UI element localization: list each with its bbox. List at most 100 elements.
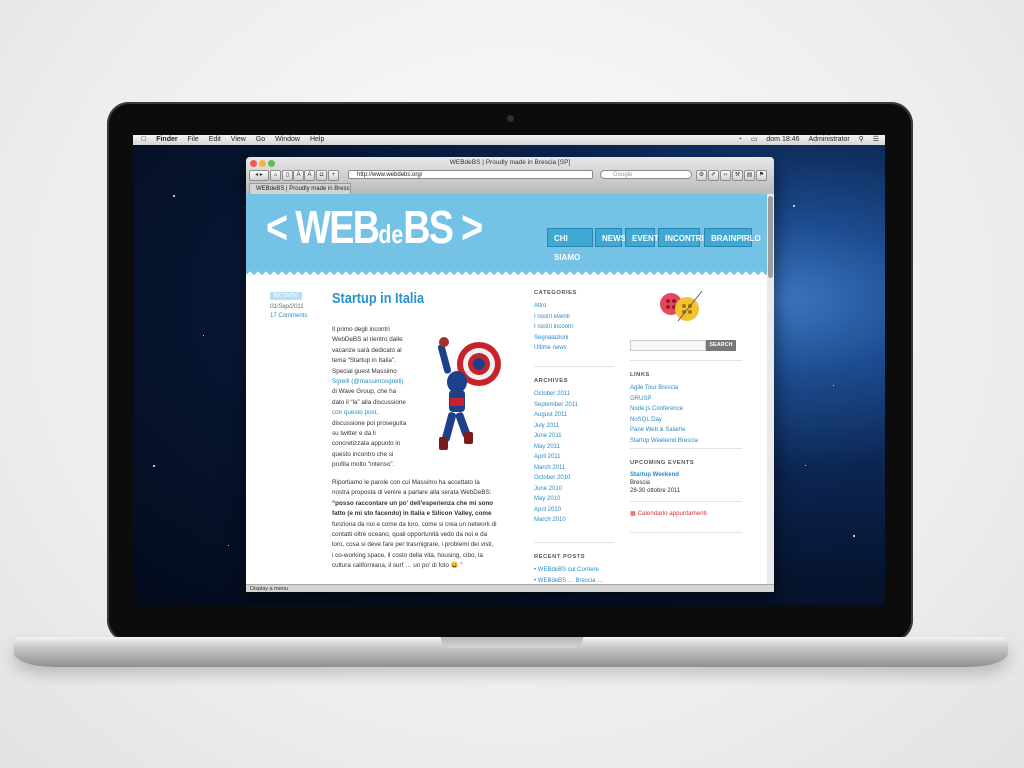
- post-date: 01/Sep/2011: [270, 304, 304, 310]
- text-line: questo incontro che si: [332, 450, 394, 458]
- blogroll-link[interactable]: Agile Tour Brescia: [630, 383, 698, 394]
- extension-icon[interactable]: ✐: [708, 170, 719, 181]
- superhero-illustration: [437, 337, 501, 450]
- post-title[interactable]: Startup in Italia: [332, 290, 424, 307]
- scrollbar-thumb[interactable]: [768, 196, 773, 278]
- event-item: Startup Weekend Brescia 28-30 ottobre 20…: [630, 471, 680, 495]
- recent-post-link[interactable]: • WEBdeBS … Brescia …: [534, 576, 603, 585]
- nav-eventi[interactable]: EVENTI: [625, 228, 661, 247]
- event-name[interactable]: Startup Weekend: [630, 471, 680, 479]
- site-header: < WEBdeBS > CHI SIAMO NEWS EVENTI INCONT…: [246, 194, 767, 270]
- category-link[interactable]: Altro: [534, 301, 573, 312]
- blogroll-link[interactable]: GRUSP: [630, 394, 698, 405]
- text-smaller-icon[interactable]: A: [293, 170, 304, 181]
- text-line: profila molto “intenso”.: [332, 461, 395, 469]
- sidebar-search-button[interactable]: SEARCH: [706, 340, 736, 351]
- archive-link[interactable]: May 2011: [534, 442, 578, 453]
- archive-link[interactable]: May 2010: [534, 494, 578, 505]
- archives-heading: ARCHIVES: [534, 378, 568, 384]
- user-menu[interactable]: Administrator: [808, 136, 849, 143]
- vertical-scrollbar[interactable]: [767, 194, 774, 584]
- recent-post-link[interactable]: • WEBdeBS sul Corriere: [534, 565, 603, 576]
- address-bar[interactable]: http://www.webdebs.org/: [348, 170, 593, 179]
- clock[interactable]: dom 18:46: [766, 136, 799, 143]
- category-link[interactable]: Ultime news: [534, 343, 573, 354]
- logo-web: < WEB: [266, 201, 380, 253]
- back-forward-button[interactable]: ◂ ▸: [249, 170, 269, 181]
- nav-incontri[interactable]: INCONTRI: [658, 228, 704, 247]
- category-link[interactable]: Segnalazioni: [534, 333, 573, 344]
- menu-edit[interactable]: Edit: [209, 136, 221, 143]
- nav-brainpirlo[interactable]: BRAINPIRLO: [704, 228, 761, 247]
- comments-link[interactable]: 17 Comments: [270, 313, 307, 319]
- divider: [630, 360, 742, 361]
- recent-post-title: WEBdeBS … Brescia …: [537, 577, 604, 584]
- archive-link[interactable]: October 2010: [534, 473, 578, 484]
- search-input[interactable]: Google: [600, 170, 692, 179]
- home-icon[interactable]: ⌂: [270, 170, 281, 181]
- tab-webdebs[interactable]: WEBdeBS | Proudly made in Bresci...: [249, 183, 351, 194]
- post-paragraph-1: Il primo degli incontri WebDeBS al rient…: [332, 325, 422, 471]
- settings-icon[interactable]: ⚙: [696, 170, 707, 181]
- add-bookmark-icon[interactable]: +: [328, 170, 339, 181]
- apple-icon[interactable]: : [141, 136, 146, 143]
- blogroll-link[interactable]: Pane Web & Salame: [630, 425, 698, 436]
- archive-link[interactable]: September 2011: [534, 400, 578, 411]
- text-line: vacanze sarà dedicato al: [332, 346, 402, 354]
- site-logo[interactable]: < WEBdeBS >: [266, 200, 483, 254]
- archive-link[interactable]: June 2011: [534, 431, 578, 442]
- menu-view[interactable]: View: [231, 136, 246, 143]
- divider: [630, 448, 742, 449]
- code-icon[interactable]: ‹›: [720, 170, 731, 181]
- notification-icon[interactable]: ☰: [873, 136, 879, 143]
- text-line: su twitter e da li: [332, 430, 376, 438]
- blogroll-link[interactable]: NoSQL Day: [630, 415, 698, 426]
- battery-icon[interactable]: ▭: [751, 136, 758, 143]
- book-icon[interactable]: ▯: [282, 170, 293, 181]
- archive-link[interactable]: March 2011: [534, 463, 578, 474]
- archives-list: October 2011 September 2011 August 2011 …: [534, 389, 578, 526]
- text-line: tema “Startup in Italia”.: [332, 357, 396, 365]
- twitter-link[interactable]: Sgrelli (@massimosgrelli): [332, 377, 422, 387]
- menu-finder[interactable]: Finder: [156, 136, 177, 143]
- status-bar: Display a menu: [246, 584, 774, 592]
- nav-news[interactable]: NEWS: [595, 228, 626, 247]
- blogroll-link[interactable]: Startup Weekend Brescia: [630, 436, 698, 447]
- archive-link[interactable]: August 2011: [534, 410, 578, 421]
- menu-window[interactable]: Window: [275, 136, 300, 143]
- menu-help[interactable]: Help: [310, 136, 324, 143]
- category-link[interactable]: I nostri incontri: [534, 322, 573, 333]
- archive-link[interactable]: March 2010: [534, 515, 578, 526]
- archive-link[interactable]: April 2010: [534, 505, 578, 516]
- category-link[interactable]: I nostri eventi: [534, 312, 573, 323]
- text-line: Special guest Massimo: [332, 367, 397, 375]
- wrench-icon[interactable]: ⚑: [756, 170, 767, 181]
- sidebar-search-input[interactable]: [630, 340, 706, 351]
- page-menu-icon[interactable]: ▤: [744, 170, 755, 181]
- post-link[interactable]: con questo post,: [332, 408, 422, 418]
- calendar-link[interactable]: ▦ Calendario appuntamenti: [630, 510, 707, 517]
- browser-window: WEBdeBS | Proudly made in Brescia [SP] ◂…: [246, 157, 774, 592]
- tools-icon[interactable]: ⚒: [732, 170, 743, 181]
- archive-link[interactable]: June 2010: [534, 484, 578, 495]
- links-list: Agile Tour Brescia GRUSP Node.js Confere…: [630, 383, 698, 446]
- star: [793, 205, 795, 207]
- header-zigzag: [246, 270, 767, 276]
- categories-heading: CATEGORIES: [534, 290, 577, 296]
- spotlight-icon[interactable]: ⚲: [859, 136, 864, 143]
- category-badge[interactable]: INCONTRI: [270, 292, 302, 300]
- screenshot-icon[interactable]: ◘: [316, 170, 327, 181]
- archive-link[interactable]: April 2011: [534, 452, 578, 463]
- archive-link[interactable]: October 2011: [534, 389, 578, 400]
- wifi-icon[interactable]: ◔: [738, 136, 742, 143]
- text-larger-icon[interactable]: A: [304, 170, 315, 181]
- recent-posts-list: • WEBdeBS sul Corriere • WEBdeBS … Bresc…: [534, 565, 603, 584]
- blogroll-link[interactable]: Node.js Conference: [630, 404, 698, 415]
- divider: [630, 501, 742, 502]
- nav-chi-siamo[interactable]: CHI SIAMO: [547, 228, 593, 262]
- text-line: Riportiamo le parole con cui Massimo ha …: [332, 479, 480, 486]
- archive-link[interactable]: July 2011: [534, 421, 578, 432]
- menu-file[interactable]: File: [188, 136, 199, 143]
- text-line: funziona da noi e come da loro, come si …: [332, 520, 497, 528]
- menu-go[interactable]: Go: [256, 136, 265, 143]
